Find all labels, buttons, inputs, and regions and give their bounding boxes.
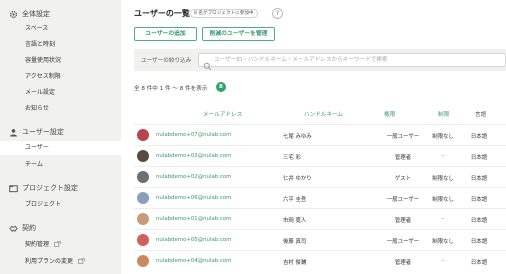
handle-cell: 吉村 俊輔 — [283, 260, 307, 266]
sidebar-section-label: ユーザー設定 — [22, 128, 64, 136]
permission-cell: 管理者 — [394, 260, 412, 266]
sidebar-item-storage[interactable]: 容量使用状況 — [25, 57, 61, 65]
handle-cell: 七尾 みゆみ — [283, 134, 312, 140]
handle-cell: 六平 圭吾 — [283, 197, 307, 203]
column-header-language: 言語 — [475, 112, 487, 118]
language-cell: 日本語 — [470, 176, 488, 182]
restriction-cell: 制限なし — [432, 239, 454, 245]
sidebar-item-notice[interactable]: お知らせ — [25, 105, 49, 113]
external-link-icon — [54, 241, 61, 247]
permission-cell: 一般ユーザー — [386, 239, 420, 245]
contract-icon — [9, 224, 18, 233]
sidebar: 全体設定 スペース 言語と時刻 容量使用状況 アクセス制限 メール設定 お知らせ… — [0, 0, 121, 274]
handle-cell: 仁井 ゆかり — [283, 176, 312, 182]
result-count-badge: 8 — [216, 82, 226, 92]
restriction-cell: - — [442, 258, 444, 264]
avatar — [137, 234, 149, 246]
restriction-cell: - — [442, 216, 444, 222]
sidebar-section-label: プロジェクト設定 — [22, 184, 78, 192]
language-cell: 日本語 — [470, 239, 488, 245]
handle-cell: 市岡 寛人 — [283, 218, 307, 224]
restriction-cell: 制限なし — [432, 197, 454, 203]
sidebar-item-access-restriction[interactable]: アクセス制限 — [25, 73, 61, 81]
search-box[interactable] — [198, 53, 506, 71]
sidebar-item-team[interactable]: チーム — [25, 161, 43, 169]
language-cell: 日本語 — [470, 197, 488, 203]
user-icon — [9, 128, 18, 137]
column-header-permission[interactable]: 権限 — [384, 110, 395, 118]
restriction-cell: 制限なし — [432, 134, 454, 140]
sidebar-section-contract[interactable]: 契約 — [9, 223, 36, 233]
language-cell: 日本語 — [470, 218, 488, 224]
member-count-badge: 8 名がプロジェクトに参加中 — [190, 9, 258, 18]
external-link-icon — [78, 258, 85, 264]
permission-cell: 管理者 — [394, 155, 412, 161]
sidebar-item-users[interactable]: ユーザー — [0, 141, 121, 155]
manage-reduced-users-button[interactable]: 削減のユーザーを管理 — [202, 27, 275, 41]
email-cell[interactable]: nulabdemo+07@nulab.com — [156, 132, 231, 138]
sidebar-section-general[interactable]: 全体設定 — [9, 9, 50, 19]
sidebar-section-label: 契約 — [22, 224, 36, 232]
folder-icon — [9, 184, 18, 193]
sidebar-section-user[interactable]: ユーザー設定 — [9, 127, 64, 137]
permission-cell: 管理者 — [394, 218, 412, 224]
sidebar-item-label: 契約管理 — [25, 241, 50, 248]
avatar — [137, 255, 149, 267]
result-summary: 全 8 件中 1 件 〜 8 件を表示 — [134, 86, 208, 92]
table-row[interactable]: nulabdemo+02@nulab.com 仁井 ゆかり ゲスト 制限なし 日… — [134, 166, 506, 187]
add-user-button[interactable]: ユーザーの追加 — [134, 27, 197, 41]
email-cell[interactable]: nulabdemo+02@nulab.com — [156, 174, 231, 180]
sidebar-item-label: 利用プランの変更 — [25, 258, 74, 265]
avatar — [137, 213, 149, 225]
sidebar-item-contract-management[interactable]: 契約管理 — [25, 241, 61, 249]
search-icon — [203, 56, 212, 71]
table-row[interactable]: nulabdemo+03@nulab.com 三宅 彩 管理者 - 日本語 — [134, 145, 506, 166]
gear-icon — [9, 10, 18, 19]
sidebar-item-space[interactable]: スペース — [25, 25, 48, 33]
table-row[interactable]: nulabdemo+07@nulab.com 七尾 みゆみ 一般ユーザー 制限な… — [134, 124, 506, 145]
avatar — [137, 129, 149, 141]
permission-cell: 一般ユーザー — [386, 197, 420, 203]
avatar — [137, 150, 149, 162]
sidebar-section-label: 全体設定 — [22, 10, 50, 18]
sidebar-item-language-time[interactable]: 言語と時刻 — [25, 41, 55, 49]
column-header-restriction[interactable]: 制限 — [438, 110, 449, 118]
handle-cell: 後藤 真司 — [283, 239, 307, 245]
search-input[interactable] — [214, 54, 504, 66]
sidebar-item-project[interactable]: プロジェクト — [25, 201, 61, 209]
table-row[interactable]: nulabdemo+04@nulab.com 吉村 俊輔 管理者 - 日本語 — [134, 250, 506, 271]
filter-label: ユーザーの絞り込み — [141, 58, 192, 64]
language-cell: 日本語 — [470, 260, 488, 266]
email-cell[interactable]: nulabdemo+06@nulab.com — [156, 195, 231, 201]
permission-cell: 一般ユーザー — [386, 134, 420, 140]
permission-cell: ゲスト — [394, 176, 412, 182]
avatar — [137, 192, 149, 204]
table-row[interactable]: nulabdemo+06@nulab.com 六平 圭吾 一般ユーザー 制限なし… — [134, 187, 506, 208]
column-header-handle[interactable]: ハンドルネーム — [304, 110, 343, 118]
sidebar-item-plan-change[interactable]: 利用プランの変更 — [25, 258, 85, 266]
help-icon[interactable]: ? — [272, 8, 283, 19]
sidebar-section-project[interactable]: プロジェクト設定 — [9, 183, 78, 193]
sidebar-item-mail-settings[interactable]: メール設定 — [25, 89, 55, 97]
email-cell[interactable]: nulabdemo+04@nulab.com — [156, 258, 231, 264]
language-cell: 日本語 — [470, 155, 488, 161]
restriction-cell: 制限なし — [432, 176, 454, 182]
email-cell[interactable]: nulabdemo+03@nulab.com — [156, 153, 231, 159]
language-cell: 日本語 — [470, 134, 488, 140]
restriction-cell: - — [442, 153, 444, 159]
table-row[interactable]: nulabdemo+01@nulab.com 市岡 寛人 管理者 - 日本語 — [134, 208, 506, 229]
page-title: ユーザーの一覧 — [134, 9, 190, 18]
user-filter-bar: ユーザーの絞り込み — [134, 49, 506, 71]
avatar — [137, 171, 149, 183]
column-header-email[interactable]: メールアドレス — [203, 110, 242, 118]
email-cell[interactable]: nulabdemo+05@nulab.com — [156, 237, 231, 243]
handle-cell: 三宅 彩 — [283, 155, 301, 161]
email-cell[interactable]: nulabdemo+01@nulab.com — [156, 216, 231, 222]
table-row[interactable]: nulabdemo+05@nulab.com 後藤 真司 一般ユーザー 制限なし… — [134, 229, 506, 250]
